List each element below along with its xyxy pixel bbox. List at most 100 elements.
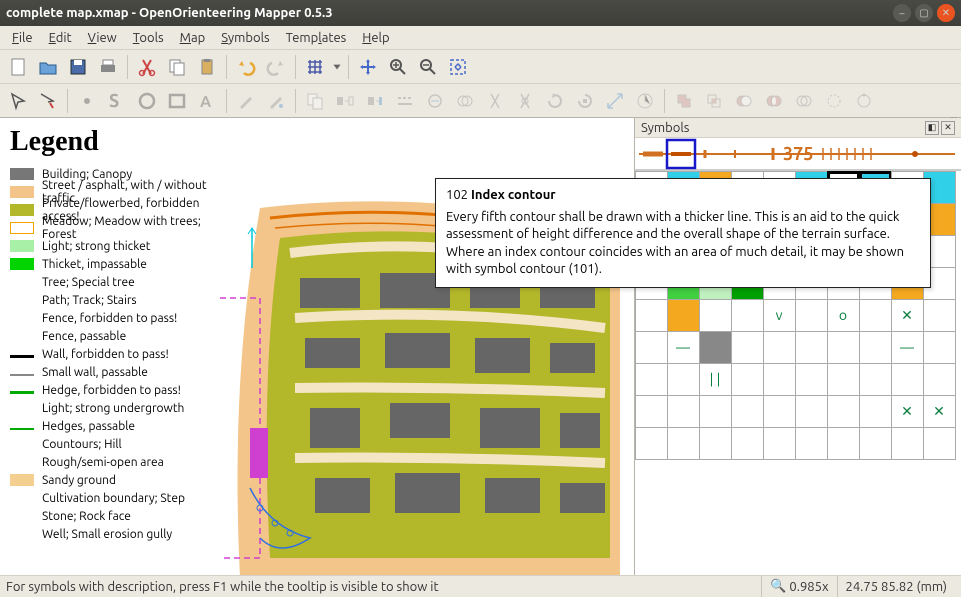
symbol-cell[interactable] (795, 363, 828, 396)
symbol-cell[interactable]: — (891, 331, 924, 364)
symbol-cell[interactable] (859, 427, 892, 460)
symbol-cell[interactable]: ✕ (923, 395, 956, 428)
panel-float-button[interactable]: ◧ (925, 121, 939, 135)
symbol-cell[interactable] (827, 331, 860, 364)
unify-icon[interactable] (451, 87, 479, 115)
menu-map[interactable]: Map (172, 29, 214, 47)
status-zoom[interactable]: 🔍 0.985x (761, 576, 836, 597)
symbol-cell[interactable] (699, 299, 732, 332)
menu-symbols[interactable]: Symbols (213, 29, 277, 47)
symbol-cell[interactable] (731, 427, 764, 460)
bool-merge-icon[interactable] (790, 87, 818, 115)
symbol-cell[interactable] (923, 427, 956, 460)
zoom-fit-icon[interactable] (444, 53, 472, 81)
zoom-out-icon[interactable] (414, 53, 442, 81)
symbol-strip[interactable]: 375 (635, 138, 961, 170)
symbol-cell[interactable] (891, 427, 924, 460)
symbol-cell[interactable] (923, 363, 956, 396)
rect-tool-icon[interactable] (163, 87, 191, 115)
symbol-cell[interactable] (635, 427, 668, 460)
symbol-cell[interactable] (635, 299, 668, 332)
symbol-cell[interactable] (731, 395, 764, 428)
paint-tool-icon[interactable] (232, 87, 260, 115)
copy-icon[interactable] (163, 53, 191, 81)
symbol-cell[interactable] (827, 395, 860, 428)
minimize-button[interactable]: – (893, 4, 911, 22)
menu-help[interactable]: Help (354, 29, 397, 47)
symbol-cell[interactable] (763, 427, 796, 460)
measure-icon[interactable] (631, 87, 659, 115)
open-icon[interactable] (34, 53, 62, 81)
symbol-cell[interactable]: v (763, 299, 796, 332)
symbol-cell[interactable]: ✕ (891, 299, 924, 332)
paste-icon[interactable] (193, 53, 221, 81)
symbol-cell[interactable] (859, 395, 892, 428)
menu-file[interactable]: File (4, 29, 41, 47)
close-button[interactable]: ✕ (937, 4, 955, 22)
text-tool-icon[interactable]: A (193, 87, 221, 115)
grid-dropdown-icon[interactable] (331, 53, 343, 81)
symbol-cell[interactable] (859, 299, 892, 332)
menu-templates[interactable]: Templates (278, 29, 355, 47)
symbol-cell[interactable] (699, 395, 732, 428)
symbol-cell[interactable] (731, 363, 764, 396)
symbol-cell[interactable] (827, 363, 860, 396)
symbol-cell[interactable] (859, 363, 892, 396)
print-icon[interactable] (94, 53, 122, 81)
symbol-cell[interactable] (699, 427, 732, 460)
symbol-cell[interactable] (667, 427, 700, 460)
symbol-cell[interactable]: ✕ (891, 395, 924, 428)
symbol-cell[interactable] (923, 331, 956, 364)
grid-icon[interactable] (301, 53, 329, 81)
new-icon[interactable] (4, 53, 32, 81)
symbol-cell[interactable] (667, 395, 700, 428)
simplify-icon[interactable] (850, 87, 878, 115)
edit-line-tool-icon[interactable] (34, 87, 62, 115)
symbol-cell[interactable]: | | (699, 363, 732, 396)
symbol-cell[interactable] (667, 299, 700, 332)
symbol-cell[interactable] (923, 299, 956, 332)
switch-dashes-icon[interactable] (391, 87, 419, 115)
symbol-cell[interactable] (635, 363, 668, 396)
symbol-cell[interactable] (635, 331, 668, 364)
symbol-cell[interactable] (667, 363, 700, 396)
rotate-icon[interactable] (541, 87, 569, 115)
fill-border-icon[interactable] (361, 87, 389, 115)
symbol-cell[interactable]: o (827, 299, 860, 332)
symbol-cell[interactable] (763, 363, 796, 396)
symbol-cell[interactable] (731, 331, 764, 364)
point-tool-icon[interactable] (73, 87, 101, 115)
menu-tools[interactable]: Tools (125, 29, 172, 47)
symbol-cell[interactable] (795, 331, 828, 364)
undo-icon[interactable] (232, 53, 260, 81)
cut-hole-icon[interactable] (511, 87, 539, 115)
symbol-cell[interactable] (795, 427, 828, 460)
menu-edit[interactable]: Edit (41, 29, 80, 47)
switch-symbol-icon[interactable] (331, 87, 359, 115)
maximize-button[interactable]: ▢ (915, 4, 933, 22)
menu-view[interactable]: View (80, 29, 125, 47)
bool-diff-icon[interactable] (730, 87, 758, 115)
connect-icon[interactable] (421, 87, 449, 115)
rotate-pattern-icon[interactable] (571, 87, 599, 115)
symbol-cell[interactable] (795, 395, 828, 428)
duplicate-icon[interactable] (301, 87, 329, 115)
cut-icon[interactable] (133, 53, 161, 81)
scale-icon[interactable] (601, 87, 629, 115)
symbol-cell[interactable] (763, 395, 796, 428)
bool-xor-icon[interactable] (760, 87, 788, 115)
symbol-cell[interactable] (827, 427, 860, 460)
panel-close-button[interactable]: ✕ (941, 121, 955, 135)
save-icon[interactable] (64, 53, 92, 81)
symbol-cell[interactable] (891, 363, 924, 396)
edit-tool-icon[interactable] (4, 87, 32, 115)
symbol-cell[interactable] (795, 299, 828, 332)
cut-tool-icon[interactable] (481, 87, 509, 115)
pan-icon[interactable] (354, 53, 382, 81)
symbol-cell[interactable]: — (667, 331, 700, 364)
bool-intersect-icon[interactable] (700, 87, 728, 115)
circle-tool-icon[interactable] (133, 87, 161, 115)
zoom-in-icon[interactable] (384, 53, 412, 81)
convert-curves-icon[interactable] (820, 87, 848, 115)
symbol-cell[interactable] (635, 395, 668, 428)
